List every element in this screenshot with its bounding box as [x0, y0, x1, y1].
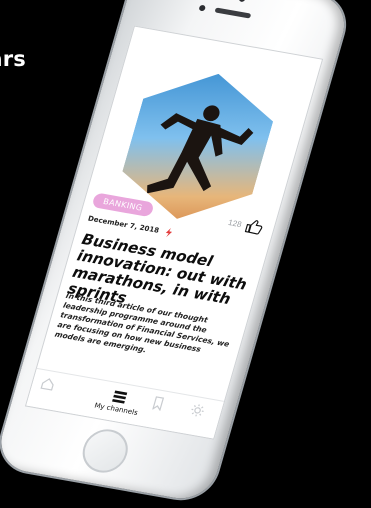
phone-body: BANKING 128 December 7, 2018 Business mo…: [0, 0, 353, 504]
tab-my-channels-label: My channels: [93, 401, 139, 417]
bookmark-icon: [152, 396, 165, 412]
thumbs-up-icon[interactable]: [243, 217, 265, 236]
tab-home[interactable]: [39, 376, 57, 392]
tab-bookmarks[interactable]: [149, 395, 167, 412]
marketing-stage: ars BANKING: [0, 0, 371, 508]
channels-icon: [111, 390, 128, 404]
tab-settings[interactable]: [189, 402, 207, 418]
front-camera: [238, 0, 246, 3]
home-button[interactable]: [77, 425, 133, 477]
earpiece-speaker: [214, 7, 252, 19]
side-heading-fragment: ars: [0, 47, 26, 71]
category-badge[interactable]: BANKING: [91, 192, 155, 218]
phone-mockup: BANKING 128 December 7, 2018 Business mo…: [0, 0, 371, 508]
like-control[interactable]: 128: [226, 214, 265, 236]
home-icon: [40, 378, 54, 391]
bottom-tab-bar: My channels: [26, 367, 225, 439]
gear-icon: [191, 404, 204, 417]
tab-my-channels[interactable]: My channels: [93, 386, 143, 417]
lightning-icon: [165, 227, 172, 238]
like-count: 128: [227, 217, 243, 229]
app-screen: BANKING 128 December 7, 2018 Business mo…: [24, 25, 324, 440]
proximity-sensor: [198, 4, 207, 12]
